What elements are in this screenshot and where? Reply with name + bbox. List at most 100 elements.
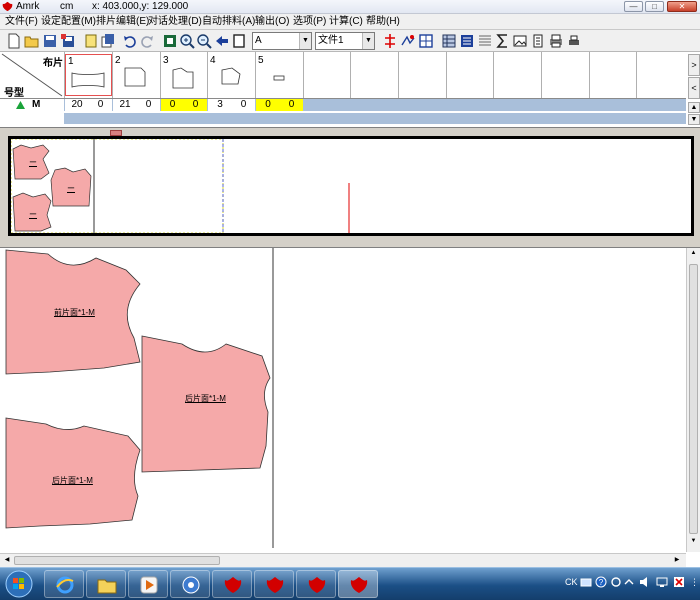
chevron-right-icon[interactable]: ▶ <box>672 556 682 565</box>
taskbar-ie[interactable] <box>44 570 84 598</box>
piece-thumbnail <box>71 72 105 88</box>
empty-row <box>0 112 686 124</box>
vertical-scrollbar[interactable]: ▲ ▼ <box>686 248 700 552</box>
taskbar-amrk-2[interactable] <box>254 570 294 598</box>
qty-cell[interactable]: 0 <box>161 99 184 111</box>
printer-setup-icon[interactable] <box>566 33 582 49</box>
network-icon[interactable] <box>655 575 669 589</box>
clock-overflow[interactable]: ⋮ <box>690 568 699 596</box>
qty-cell[interactable]: 0 <box>232 99 255 111</box>
copy-icon[interactable] <box>100 33 116 49</box>
menu-settings[interactable]: 设定配置(M) <box>41 14 96 30</box>
lines-icon[interactable] <box>477 33 493 49</box>
maximize-button[interactable]: □ <box>645 1 664 12</box>
file-select[interactable]: 文件1 ▼ <box>315 32 375 50</box>
windows-taskbar: CK ? ⋮ <box>0 567 700 600</box>
page-icon[interactable] <box>530 33 546 49</box>
scroll-up-button[interactable]: ▲ <box>688 102 700 113</box>
minimize-button[interactable]: — <box>624 1 643 12</box>
chevron-up-icon[interactable] <box>624 577 634 587</box>
menu-options[interactable]: 选项(P) <box>293 14 326 30</box>
marker-work-area[interactable]: 前片面*1-M 后片面*1-M 后片面*1-M ▲ ▼ ◀ ▶ <box>0 247 700 567</box>
marker-canvas <box>5 248 274 548</box>
menu-file[interactable]: 文件(F) <box>5 14 38 30</box>
split-icon[interactable] <box>382 33 398 49</box>
taskbar-amrk-1[interactable] <box>212 570 252 598</box>
qty-cell[interactable]: 0 <box>137 99 160 111</box>
scroll-left-button[interactable]: < <box>688 77 700 99</box>
taskbar-media[interactable] <box>128 570 168 598</box>
piece-thumbnail <box>273 75 285 81</box>
menu-help[interactable]: 帮助(H) <box>366 14 400 30</box>
image-icon[interactable] <box>512 33 528 49</box>
chevron-down-icon[interactable]: ▼ <box>689 538 698 548</box>
close-button[interactable]: ✕ <box>667 1 697 12</box>
menu-auto-marker[interactable]: 自动排料(A) <box>202 14 255 30</box>
save-as-icon[interactable] <box>60 33 76 49</box>
file-select-value: 文件1 <box>318 35 344 46</box>
piece-cell-2[interactable]: 2 <box>113 54 160 96</box>
taskbar-amrk-3[interactable] <box>296 570 336 598</box>
horizontal-scrollbar[interactable]: ◀ ▶ <box>0 553 686 567</box>
new-file-icon[interactable] <box>6 33 22 49</box>
language-indicator[interactable]: CK <box>565 568 578 596</box>
qty-cell[interactable]: 21 <box>113 99 137 111</box>
zoom-fit-icon[interactable] <box>162 33 178 49</box>
qty-cell[interactable]: 0 <box>280 99 303 111</box>
redo-icon[interactable] <box>139 33 155 49</box>
scroll-right-button[interactable]: > <box>688 54 700 76</box>
menu-calculate[interactable]: 计算(C) <box>329 14 363 30</box>
menu-output[interactable]: 输出(O) <box>255 14 289 30</box>
qty-cell[interactable]: 3 <box>208 99 232 111</box>
chevron-up-icon[interactable]: ▲ <box>689 250 698 260</box>
taskbar-explorer[interactable] <box>86 570 126 598</box>
cut-piece-icon[interactable] <box>400 33 416 49</box>
qty-cell[interactable]: 0 <box>256 99 280 111</box>
piece-cell-5[interactable]: 5 <box>256 54 303 96</box>
menu-dialog[interactable]: 对话处理(D) <box>148 14 202 30</box>
menu-edit-pieces[interactable]: 排片编辑(E) <box>96 14 149 30</box>
taskbar-app[interactable] <box>170 570 210 598</box>
piece-cell-1[interactable]: 1 <box>65 54 112 96</box>
table-icon[interactable] <box>441 33 457 49</box>
open-folder-icon[interactable] <box>24 33 40 49</box>
list-icon[interactable] <box>459 33 475 49</box>
volume-icon[interactable] <box>638 575 652 589</box>
qty-cell[interactable]: 0 <box>89 99 112 111</box>
qty-cell[interactable]: 20 <box>65 99 89 111</box>
action-center-icon[interactable] <box>672 575 686 589</box>
zoom-in-icon[interactable] <box>179 33 195 49</box>
piece-label: 后片面*1-M <box>52 476 93 485</box>
qty-cell[interactable]: 0 <box>184 99 207 111</box>
start-button[interactable] <box>4 570 34 598</box>
help-icon[interactable]: ? <box>595 576 607 588</box>
unit-label: cm <box>60 1 74 12</box>
mini-piece-label: ー <box>29 210 37 219</box>
scroll-down-button[interactable]: ▼ <box>688 114 700 125</box>
settings-icon[interactable] <box>610 576 622 588</box>
marker-overview-canvas[interactable]: ー ー ー <box>8 136 694 236</box>
undo-icon[interactable] <box>122 33 138 49</box>
layer-select-value: A <box>255 35 262 46</box>
layer-icon[interactable] <box>83 33 99 49</box>
keyboard-icon[interactable] <box>580 576 592 588</box>
back-arrow-icon[interactable] <box>214 33 230 49</box>
sum-icon[interactable] <box>495 33 511 49</box>
window-icon[interactable] <box>231 33 247 49</box>
grid-icon[interactable] <box>418 33 434 49</box>
garment-piece[interactable] <box>5 417 141 529</box>
layer-select[interactable]: A ▼ <box>252 32 312 50</box>
horizontal-scroll-thumb[interactable] <box>14 556 220 565</box>
piece-cell-3[interactable]: 3 <box>161 54 208 96</box>
print-icon[interactable] <box>548 33 564 49</box>
piece-cell-4[interactable]: 4 <box>208 54 255 96</box>
zoom-out-icon[interactable] <box>196 33 212 49</box>
chevron-down-icon[interactable]: ▼ <box>362 33 374 49</box>
garment-piece[interactable] <box>141 335 271 473</box>
vertical-scroll-thumb[interactable] <box>689 264 698 534</box>
taskbar-amrk-active[interactable] <box>338 570 378 598</box>
app-title: Amrk <box>16 1 40 12</box>
save-icon[interactable] <box>42 33 58 49</box>
chevron-down-icon[interactable]: ▼ <box>299 33 311 49</box>
chevron-left-icon[interactable]: ◀ <box>2 556 12 565</box>
